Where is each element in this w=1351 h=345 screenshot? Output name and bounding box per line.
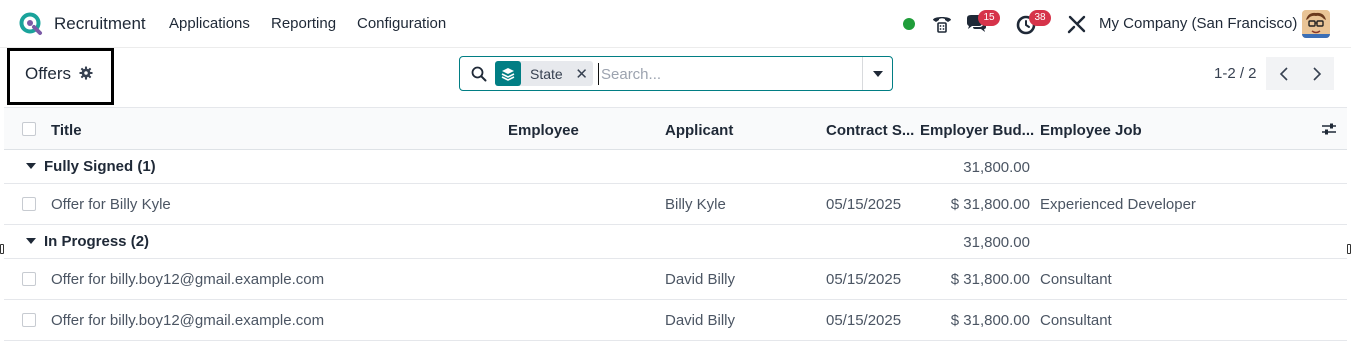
resize-handle-left[interactable] <box>0 244 4 254</box>
group-label: In Progress (2) <box>44 233 150 250</box>
search-facet[interactable]: State ✕ <box>495 61 593 86</box>
search-options-toggle[interactable] <box>862 57 892 90</box>
nav-applications[interactable]: Applications <box>169 15 250 32</box>
cell-employee-job: Consultant <box>1040 312 1112 329</box>
cell-employer-budget: $ 31,800.00 <box>950 312 1030 329</box>
group-total-budget: 31,800.00 <box>963 234 1030 251</box>
cell-employee-job: Experienced Developer <box>1040 196 1196 213</box>
row-checkbox[interactable] <box>22 272 36 286</box>
column-header-employee-job[interactable]: Employee Job <box>1040 122 1142 139</box>
search-bar: State ✕ <box>459 56 893 91</box>
cell-contract-start: 05/15/2025 <box>826 196 902 213</box>
resize-handle-right[interactable] <box>1347 244 1351 254</box>
column-header-applicant[interactable]: Applicant <box>665 122 733 139</box>
remove-facet-close-icon[interactable]: ✕ <box>571 65 593 83</box>
caret-down-icon <box>26 238 36 244</box>
nav-configuration[interactable]: Configuration <box>357 15 446 32</box>
select-all-checkbox[interactable] <box>22 122 36 136</box>
user-avatar[interactable] <box>1302 10 1330 38</box>
recruitment-app-icon[interactable] <box>19 12 43 36</box>
optional-columns-sliders-icon[interactable] <box>1321 122 1337 136</box>
group-total-budget: 31,800.00 <box>963 159 1030 176</box>
cell-title: Offer for Billy Kyle <box>51 196 171 213</box>
page-title[interactable]: Offers <box>25 64 71 84</box>
table-row[interactable]: Offer for Billy Kyle Billy Kyle 05/15/20… <box>4 184 1347 225</box>
activities-badge: 38 <box>1029 10 1051 26</box>
chevron-left-icon <box>1279 66 1288 81</box>
app-name[interactable]: Recruitment <box>54 14 146 34</box>
debug-tools-icon[interactable] <box>1065 12 1089 36</box>
search-input[interactable] <box>598 63 858 85</box>
cell-employee-job: Consultant <box>1040 271 1112 288</box>
cell-applicant: David Billy <box>665 312 736 329</box>
pager-previous-button[interactable] <box>1266 57 1301 90</box>
pager-next-button[interactable] <box>1299 57 1334 90</box>
column-header-contract-start[interactable]: Contract S... <box>826 122 914 139</box>
cell-title: Offer for billy.boy12@gmail.example.com <box>51 271 325 288</box>
group-by-layers-icon <box>495 61 521 86</box>
presence-status-icon[interactable] <box>903 18 915 30</box>
nav-reporting[interactable]: Reporting <box>271 15 336 32</box>
group-row-in-progress[interactable]: In Progress (2) 31,800.00 <box>4 225 1347 259</box>
top-navbar: Recruitment Applications Reporting Confi… <box>0 0 1351 48</box>
group-label: Fully Signed (1) <box>44 158 156 175</box>
column-header-title[interactable]: Title <box>51 122 82 139</box>
caret-down-icon <box>872 70 883 77</box>
phone-icon[interactable] <box>930 12 954 36</box>
row-checkbox[interactable] <box>22 313 36 327</box>
row-checkbox[interactable] <box>22 197 36 211</box>
chevron-right-icon <box>1312 66 1321 81</box>
column-header-employer-budget[interactable]: Employer Bud... <box>920 122 1034 139</box>
cell-applicant: Billy Kyle <box>665 196 726 213</box>
caret-down-icon <box>26 163 36 169</box>
cell-applicant: David Billy <box>665 271 736 288</box>
cell-title: Offer for billy.boy12@gmail.example.com <box>51 312 325 329</box>
cell-contract-start: 05/15/2025 <box>826 312 902 329</box>
company-switcher[interactable]: My Company (San Francisco) <box>1099 15 1297 32</box>
gear-icon[interactable] <box>79 66 93 80</box>
facet-label: State <box>530 65 563 82</box>
cell-contract-start: 05/15/2025 <box>826 271 902 288</box>
messages-badge: 15 <box>978 10 1000 26</box>
table-row[interactable]: Offer for billy.boy12@gmail.example.com … <box>4 259 1347 300</box>
cell-employer-budget: $ 31,800.00 <box>950 271 1030 288</box>
cell-employer-budget: $ 31,800.00 <box>950 196 1030 213</box>
search-icon[interactable] <box>471 66 487 82</box>
table-row[interactable]: Offer for billy.boy12@gmail.example.com … <box>4 300 1347 341</box>
group-row-fully-signed[interactable]: Fully Signed (1) 31,800.00 <box>4 150 1347 184</box>
pager-value[interactable]: 1-2 / 2 <box>1214 65 1257 82</box>
column-header-employee[interactable]: Employee <box>508 122 579 139</box>
table-header: Title Employee Applicant Contract S... E… <box>4 107 1347 150</box>
